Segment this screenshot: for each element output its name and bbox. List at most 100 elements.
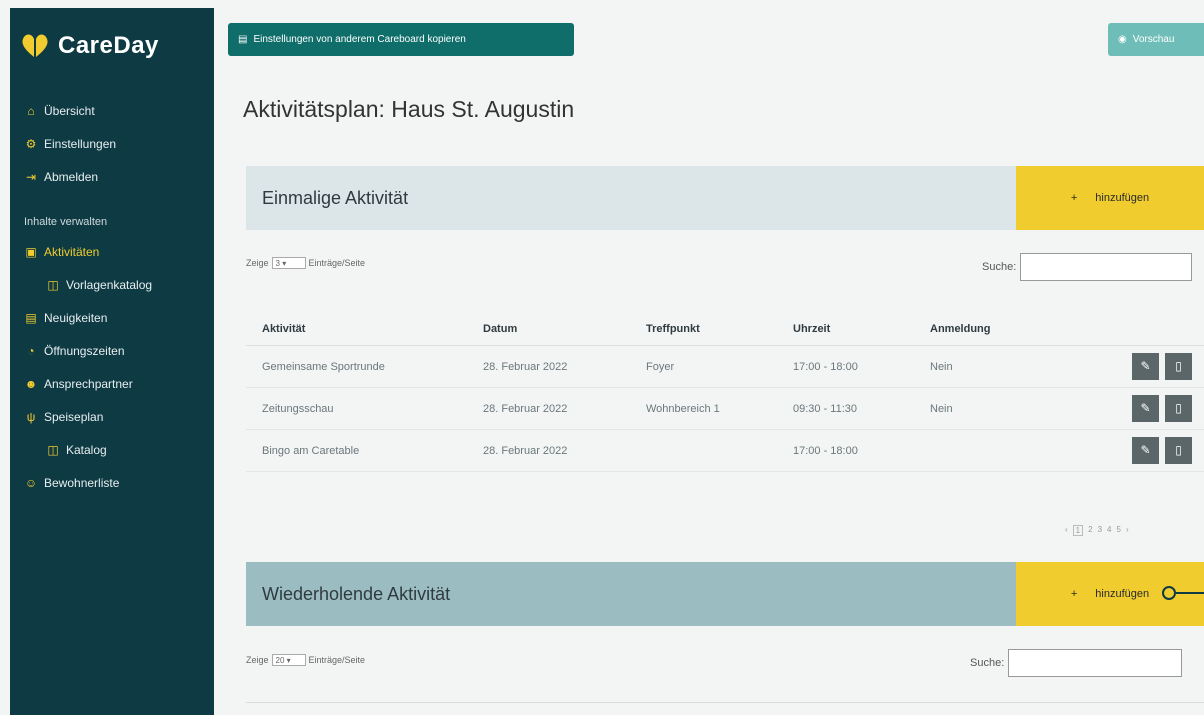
cell: 17:00 - 18:00 <box>777 345 914 388</box>
sidebar: CareDay ⌂ Übersicht ⚙ Einstellungen ⇥ Ab… <box>10 8 214 715</box>
clock-icon: ◔ <box>27 343 35 358</box>
copy-icon: ▤ <box>238 34 248 45</box>
column-header[interactable]: Datum <box>467 313 630 346</box>
page-length-control: Zeige 3 ▾ Einträge/Seite <box>246 257 365 269</box>
column-header[interactable]: Uhrzeit <box>777 313 914 346</box>
edit-button[interactable]: ✎ <box>1132 437 1159 464</box>
single-activity-table: Aktivität Datum Treffpunkt Uhrzeit Anmel… <box>246 313 1204 472</box>
page-length-value: 3 <box>275 259 280 268</box>
preview-button[interactable]: ◉ Vorschau <box>1108 23 1204 56</box>
trash-icon: ▯ <box>1175 401 1182 415</box>
row-actions: ✎ ▯ <box>1041 345 1204 388</box>
delete-button[interactable]: ▯ <box>1165 437 1192 464</box>
column-header-actions <box>1041 313 1204 346</box>
nav-item-uebersicht[interactable]: ⌂ Übersicht <box>24 94 152 127</box>
nav-label: Abmelden <box>44 169 99 184</box>
copy-settings-button[interactable]: ▤ Einstellungen von anderem Careboard ko… <box>228 23 574 56</box>
cell: Wohnbereich 1 <box>630 387 777 430</box>
nav-label: Ansprechpartner <box>44 376 133 391</box>
nav-item-abmelden[interactable]: ⇥ Abmelden <box>24 160 152 193</box>
nav-label: Aktivitäten <box>44 244 100 259</box>
column-header[interactable]: Anmeldung <box>914 313 1041 346</box>
search-input[interactable] <box>1020 253 1193 281</box>
preview-label: Vorschau <box>1132 34 1175 45</box>
page-length-select[interactable]: 20 ▾ <box>271 654 306 666</box>
page-link[interactable]: 3 <box>1098 525 1102 536</box>
cell: 17:00 - 18:00 <box>777 429 914 472</box>
entries-label: Einträge/Seite <box>308 258 366 268</box>
nav-label: Vorlagenkatalog <box>66 277 153 292</box>
page-link[interactable]: 2 <box>1088 525 1092 536</box>
divider <box>246 702 1204 703</box>
page-length-value: 20 <box>275 656 285 665</box>
page-link-current[interactable]: 1 <box>1072 525 1084 536</box>
pagination: ‹ 1 2 3 4 5 › <box>1065 525 1129 536</box>
cell: Zeitungsschau <box>246 387 467 430</box>
table-row: Zeitungsschau 28. Februar 2022 Wohnberei… <box>246 387 1204 430</box>
nav-item-katalog[interactable]: ◫ Katalog <box>24 433 152 466</box>
table-row: Bingo am Caretable 28. Februar 2022 17:0… <box>246 429 1204 472</box>
cutlery-icon: ψ <box>26 409 36 424</box>
home-icon: ⌂ <box>27 103 35 118</box>
plus-icon: + <box>1070 192 1078 204</box>
cell: 28. Februar 2022 <box>467 429 630 472</box>
nav-label: Übersicht <box>44 103 95 118</box>
section-label: Inhalte verwalten <box>24 216 108 228</box>
plus-icon: + <box>1070 588 1078 600</box>
page-prev[interactable]: ‹ <box>1065 525 1068 536</box>
page-length-control: Zeige 20 ▾ Einträge/Seite <box>246 654 365 666</box>
show-label: Zeige <box>246 655 269 665</box>
cell: Nein <box>914 387 1041 430</box>
heart-logo-icon <box>22 34 48 57</box>
search-label: Suche: <box>982 261 1017 273</box>
nav-item-neuigkeiten[interactable]: ▤ Neuigkeiten <box>24 301 152 334</box>
nav-item-speiseplan[interactable]: ψ Speiseplan <box>24 400 152 433</box>
cell <box>914 429 1041 472</box>
search-input[interactable] <box>1008 649 1183 677</box>
page-next[interactable]: › <box>1126 525 1129 536</box>
nav-label: Bewohnerliste <box>44 475 120 490</box>
edit-button[interactable]: ✎ <box>1132 395 1159 422</box>
book-icon: ◫ <box>47 277 59 292</box>
entries-label: Einträge/Seite <box>308 655 366 665</box>
pencil-icon: ✎ <box>1140 443 1151 457</box>
add-single-activity-button[interactable]: + hinzufügen <box>1016 166 1204 230</box>
edit-button[interactable]: ✎ <box>1132 353 1159 380</box>
nav-label: Neuigkeiten <box>44 310 108 325</box>
cell: Foyer <box>630 345 777 388</box>
nav-item-vorlagenkatalog[interactable]: ◫ Vorlagenkatalog <box>24 268 152 301</box>
cell: Nein <box>914 345 1041 388</box>
nav-item-einstellungen[interactable]: ⚙ Einstellungen <box>24 127 152 160</box>
bus-icon: ▣ <box>25 244 37 259</box>
news-icon: ▤ <box>25 310 37 325</box>
column-header[interactable]: Aktivität <box>246 313 467 346</box>
page-link[interactable]: 5 <box>1116 525 1120 536</box>
single-activity-title: Einmalige Aktivität <box>246 166 1016 230</box>
page-link[interactable]: 4 <box>1107 525 1111 536</box>
trash-icon: ▯ <box>1175 443 1182 457</box>
add-label: hinzufügen <box>1095 192 1150 204</box>
nav-item-aktivitaeten[interactable]: ▣ Aktivitäten <box>24 235 152 268</box>
recurring-search: Suche: <box>970 649 1183 677</box>
copy-settings-label: Einstellungen von anderem Careboard kopi… <box>253 34 466 45</box>
table-row: Gemeinsame Sportrunde 28. Februar 2022 F… <box>246 345 1204 388</box>
cell: Gemeinsame Sportrunde <box>246 345 467 388</box>
callout-line <box>1176 592 1204 594</box>
delete-button[interactable]: ▯ <box>1165 353 1192 380</box>
nav-item-oeffnungszeiten[interactable]: ◔ Öffnungszeiten <box>24 334 152 367</box>
row-actions: ✎ ▯ <box>1041 387 1204 430</box>
nav-item-bewohnerliste[interactable]: ☺ Bewohnerliste <box>24 466 152 499</box>
delete-button[interactable]: ▯ <box>1165 395 1192 422</box>
single-activity-header: Einmalige Aktivität + hinzufügen <box>246 166 1204 230</box>
page-length-select[interactable]: 3 ▾ <box>271 257 306 269</box>
cell: Bingo am Caretable <box>246 429 467 472</box>
search-label: Suche: <box>970 657 1005 669</box>
nav-label: Katalog <box>66 442 107 457</box>
column-header[interactable]: Treffpunkt <box>630 313 777 346</box>
callout-pointer-icon <box>1162 586 1176 600</box>
pencil-icon: ✎ <box>1140 359 1151 373</box>
nav-item-ansprechpartner[interactable]: ☻ Ansprechpartner <box>24 367 152 400</box>
trash-icon: ▯ <box>1175 359 1182 373</box>
logo[interactable]: CareDay <box>20 32 159 60</box>
single-search: Suche: <box>982 253 1193 281</box>
